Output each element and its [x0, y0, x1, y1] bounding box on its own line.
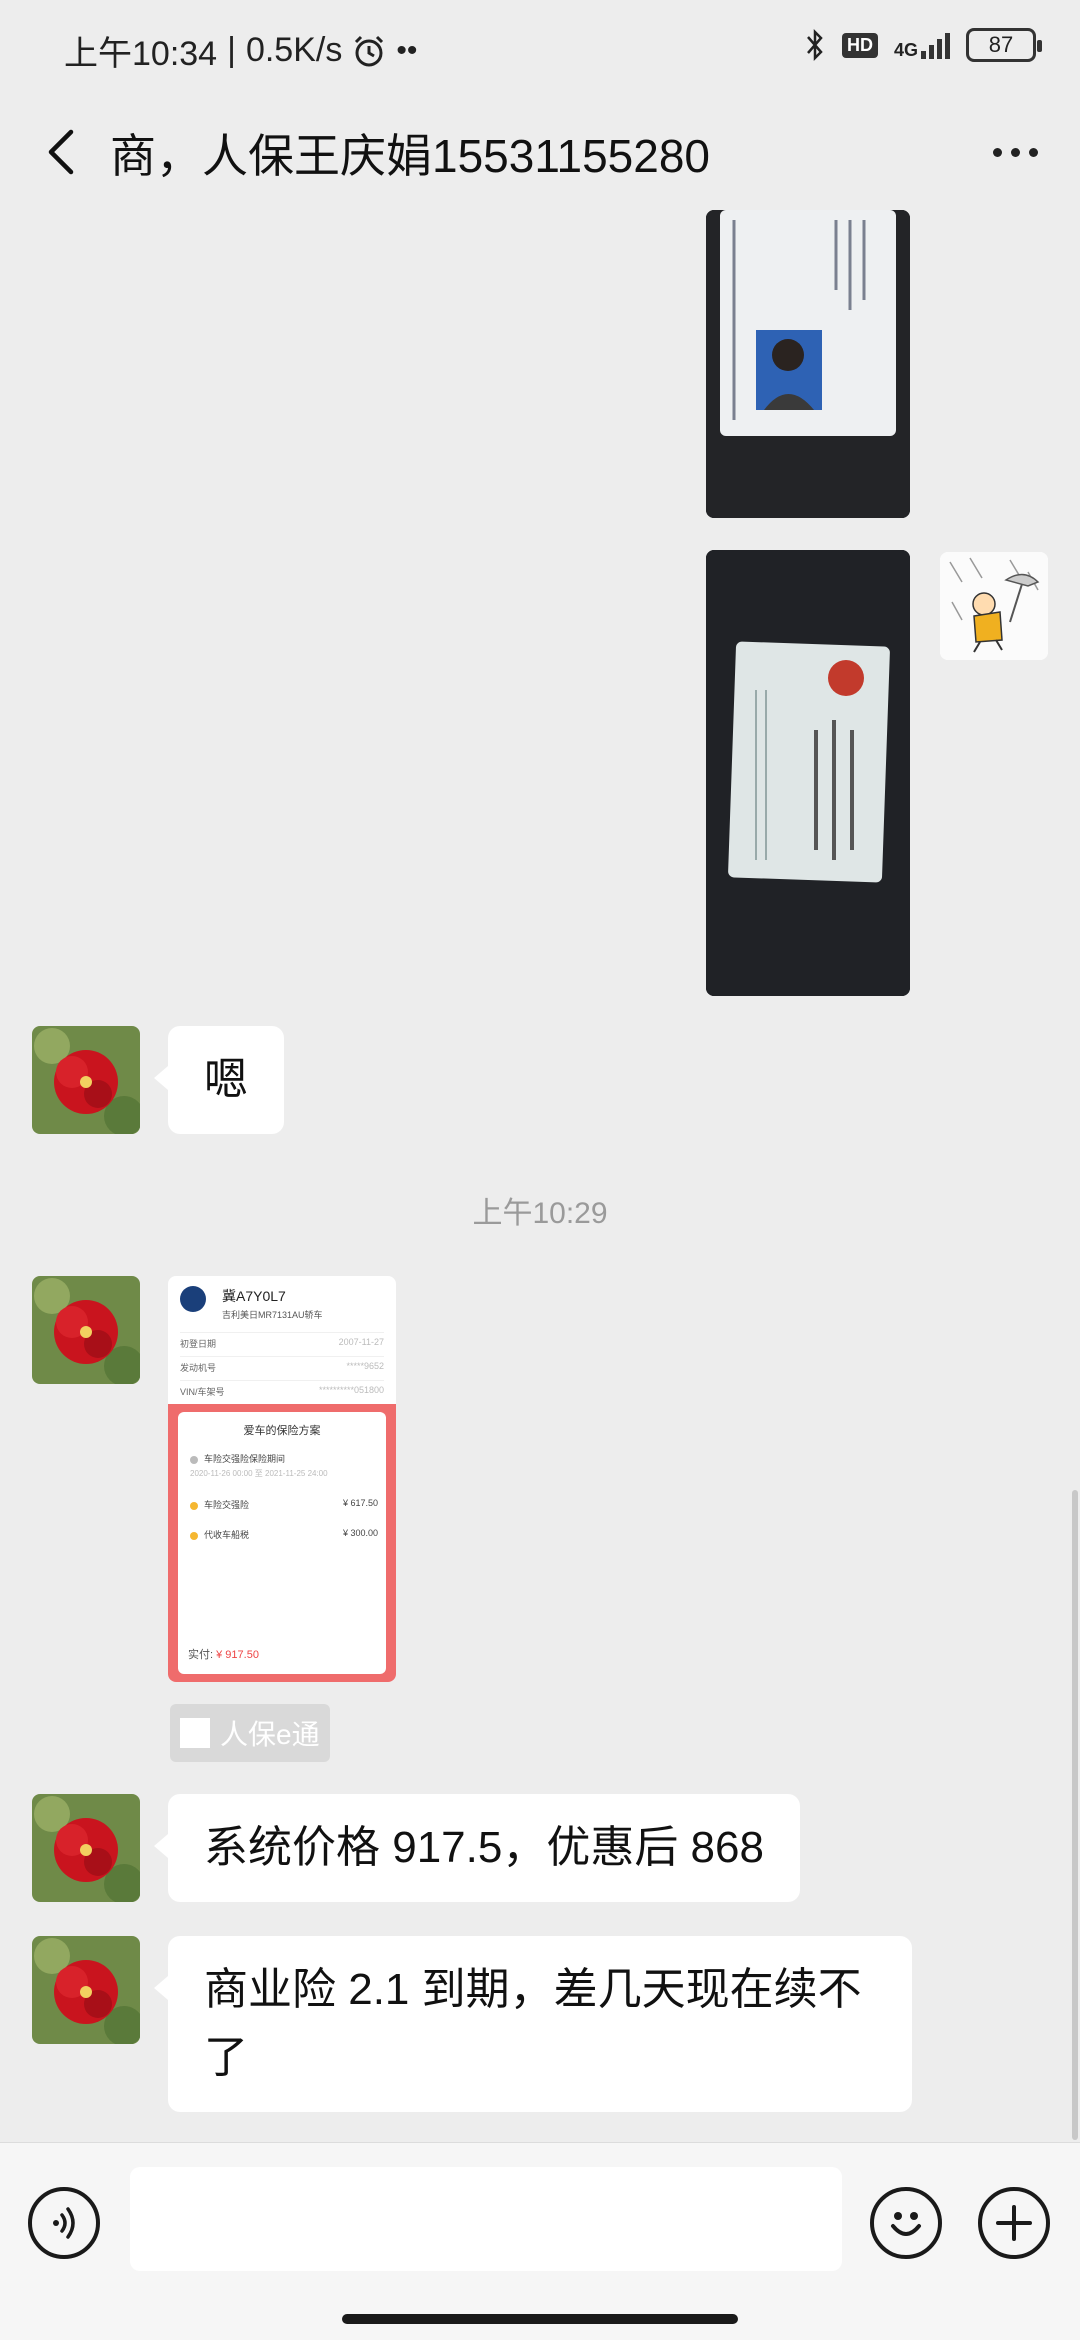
card-plan-section: 爱车的保险方案 车险交强险保险期间 2020-11-26 00:00 至 202…: [168, 1404, 396, 1682]
more-button[interactable]: [980, 122, 1050, 182]
message-text: 了: [204, 2033, 248, 2082]
mini-program-name: 人保e通: [220, 1719, 320, 1750]
message-bubble[interactable]: 系统价格 917.5，优惠后 868: [154, 1794, 800, 1902]
net-speed: 0.5K/s: [245, 31, 343, 69]
more-status-icon: ••: [396, 33, 418, 67]
message-input[interactable]: [130, 2167, 842, 2271]
plan-item: 车险交强险 ¥ 617.50: [190, 1498, 378, 1511]
timestamp: 上午10:29: [472, 1197, 608, 1230]
status-left: 上午10:34 | 0.5K/s ••: [64, 26, 417, 75]
plan-title: 爱车的保险方案: [243, 1425, 321, 1437]
insurance-quote-card[interactable]: 冀A7Y0L7 吉利美日MR7131AU轿车 初登日期 2007-11-27 发动…: [168, 1276, 396, 1682]
vehicle-model: 吉利美日MR7131AU轿车: [222, 1310, 323, 1320]
flower-avatar-image: [32, 1794, 140, 1902]
plate-number: 冀A7Y0L7: [222, 1288, 286, 1304]
plus-button[interactable]: [978, 2187, 1050, 2259]
scrollbar[interactable]: [1072, 1490, 1078, 2140]
status-time: 上午10:34: [64, 35, 218, 73]
mini-program-source[interactable]: 人保e通: [170, 1704, 330, 1762]
status-bar: 上午10:34 | 0.5K/s •• HD 4G 87: [0, 0, 1080, 100]
mini-program-icon: [180, 1718, 210, 1748]
network-type: 4G: [893, 40, 918, 60]
emoji-button[interactable]: [870, 2187, 942, 2259]
bluetooth-icon: [807, 28, 823, 62]
total-paid: 实付: ¥ 917.50: [188, 1649, 259, 1661]
battery-level: 87: [988, 32, 1014, 57]
flower-avatar-image: [32, 1936, 140, 2044]
home-indicator[interactable]: [342, 2314, 738, 2324]
message-text: 系统价格 917.5，优惠后 868: [204, 1823, 764, 1872]
voice-icon: [53, 2207, 75, 2239]
period-value: 2020-11-26 00:00 至 2021-11-25 24:00: [190, 1469, 328, 1478]
contact-avatar[interactable]: [32, 1794, 140, 1902]
battery-icon: 87: [966, 28, 1042, 62]
hd-icon: HD: [841, 32, 878, 58]
card-vehicle-info: 冀A7Y0L7 吉利美日MR7131AU轿车 初登日期 2007-11-27 发动…: [176, 1282, 388, 1402]
contact-avatar[interactable]: [32, 1026, 140, 1134]
emoji-icon: [891, 2212, 921, 2236]
chat-header: 商，人保王庆娟15531155280: [0, 100, 1080, 210]
message-text: 商业险 2.1 到期，差几天现在续不: [204, 1965, 862, 2014]
self-avatar[interactable]: [940, 552, 1048, 660]
status-right: HD 4G 87: [804, 28, 1042, 62]
chevron-left-icon: [48, 129, 74, 175]
more-dots-icon: [992, 147, 1002, 157]
sticker-avatar-image: [940, 552, 1048, 660]
plus-icon: [996, 2205, 1032, 2241]
plan-item: 代收车船税 ¥ 300.00: [190, 1528, 378, 1541]
id-card-photo-image: [706, 550, 910, 996]
flower-avatar-image: [32, 1026, 140, 1134]
brand-logo-icon: [180, 1286, 206, 1312]
info-row: 初登日期 2007-11-27: [180, 1332, 384, 1350]
signal-4g-icon: [921, 31, 950, 59]
input-bar: [0, 2142, 1080, 2340]
message-bubble[interactable]: 商业险 2.1 到期，差几天现在续不 了: [154, 1936, 912, 2112]
alarm-icon: [355, 35, 384, 66]
back-button[interactable]: [30, 122, 90, 182]
license-photo-image: [706, 210, 910, 518]
sent-photo-license[interactable]: [706, 210, 910, 518]
contact-avatar[interactable]: [32, 1936, 140, 2044]
sent-photo-id-card[interactable]: [706, 550, 910, 996]
message-bubble[interactable]: 嗯: [154, 1026, 284, 1134]
flower-avatar-image: [32, 1276, 140, 1384]
info-row: VIN/车架号 **********051800: [180, 1380, 384, 1398]
chat-title: 商，人保王庆娟15531155280: [110, 130, 710, 182]
contact-avatar[interactable]: [32, 1276, 140, 1384]
info-row: 发动机号 *****9652: [180, 1356, 384, 1374]
voice-button[interactable]: [28, 2187, 100, 2259]
message-text: 嗯: [204, 1055, 248, 1104]
